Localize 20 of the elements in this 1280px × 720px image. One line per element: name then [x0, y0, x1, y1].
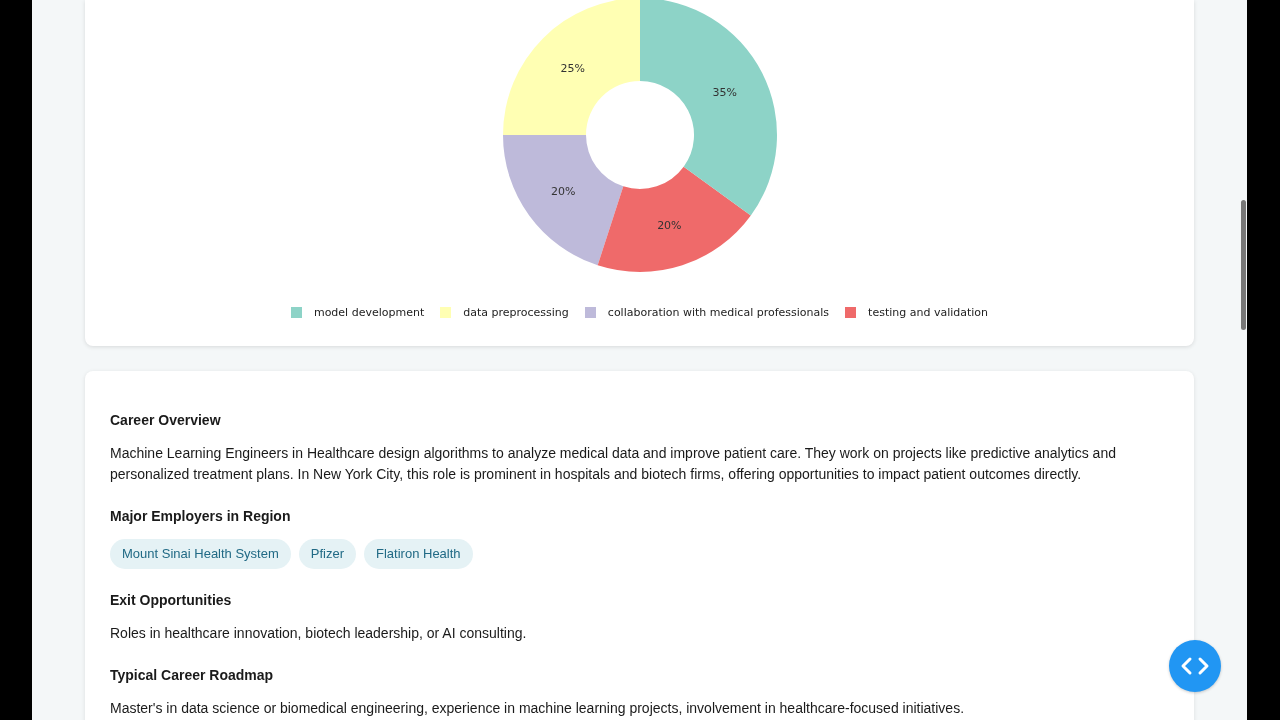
- employer-tag: Flatiron Health: [364, 539, 473, 569]
- legend-label: testing and validation: [868, 306, 989, 319]
- employer-tag: Pfizer: [298, 539, 357, 569]
- employer-tag: Mount Sinai Health System: [110, 539, 291, 569]
- legend-label: collaboration with medical professionals: [607, 306, 830, 319]
- section-text: Master's in data science or biomedical engineering, experience in machine learning projects, involvement in healthcare-focused initiatives.: [110, 699, 966, 718]
- section-heading: Career Overview: [110, 411, 222, 429]
- section-heading: Exit Opportunities: [110, 591, 233, 609]
- section-text: Roles in healthcare innovation, biotech leadership, or AI consulting.: [110, 624, 528, 643]
- slice-label: 20%: [550, 184, 575, 198]
- scrollbar-thumb[interactable]: [1241, 200, 1246, 330]
- section-heading: Typical Career Roadmap: [110, 666, 275, 684]
- legend-label: model development: [313, 306, 425, 319]
- legend-label: data preprocessing: [463, 306, 569, 319]
- slice-label: 20%: [656, 219, 682, 233]
- slice-label: 25%: [560, 61, 585, 75]
- code-icon: [1180, 656, 1210, 676]
- slice-label: 35%: [711, 85, 737, 99]
- section-heading: Major Employers in Region: [110, 507, 292, 525]
- section-text: Machine Learning Engineers in Healthcare design algorithms to analyze medical data and improve patient care. They work on projects like predictive analytics and personalized treatment plans. In New York City, this role is prominent in hospitals and biotech firms, offering opportunities to impact patient outcomes directly.: [110, 444, 1117, 484]
